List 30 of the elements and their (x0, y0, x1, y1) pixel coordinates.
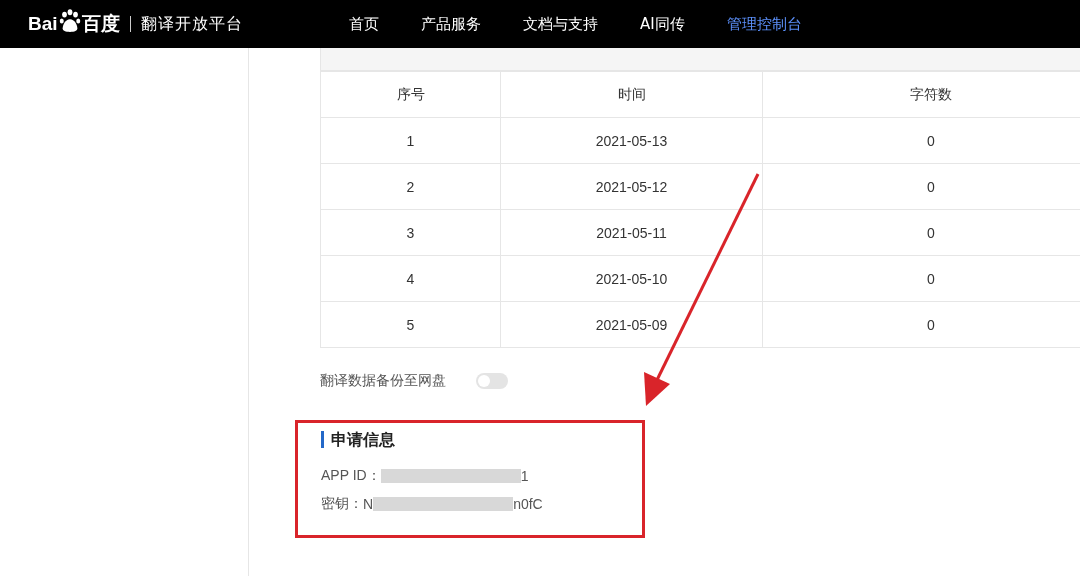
field-label: 密钥： (321, 495, 363, 513)
table-cell: 1 (320, 117, 501, 164)
table-cell: 2021-05-13 (500, 117, 763, 164)
column-header: 时间 (500, 71, 763, 118)
logo-text: Bai (28, 13, 58, 35)
table-cell: 2021-05-10 (500, 255, 763, 302)
field-value: n0fC (513, 496, 543, 512)
toggle-switch[interactable] (476, 373, 508, 389)
paw-icon (58, 9, 81, 33)
table-cell: 3 (320, 209, 501, 256)
nav-link[interactable]: 产品服务 (421, 14, 481, 34)
table-cell: 4 (320, 255, 501, 302)
field-value: 1 (520, 468, 529, 484)
table-cell: 2 (320, 163, 501, 210)
field-label: APP ID： (321, 467, 381, 485)
table-cell: 2021-05-11 (500, 209, 763, 256)
backup-label: 翻译数据备份至网盘 (320, 372, 446, 390)
logo-text: 百度 (81, 12, 120, 36)
table-cell: 2021-05-12 (500, 163, 763, 210)
nav-link[interactable]: 首页 (349, 14, 379, 34)
nav-link[interactable]: 文档与支持 (523, 14, 598, 34)
field-value: N (363, 496, 374, 512)
table-cell: 2021-05-09 (500, 301, 763, 348)
column-header: 字符数 (762, 71, 1080, 118)
section-title: 申请信息 (321, 431, 642, 448)
product-name: 翻译开放平台 (140, 13, 243, 35)
column-header: 序号 (320, 71, 501, 118)
nav-link[interactable]: 管理控制台 (726, 14, 802, 34)
nav-link[interactable]: AI同传 (640, 14, 685, 34)
table-cell: 5 (320, 301, 501, 348)
